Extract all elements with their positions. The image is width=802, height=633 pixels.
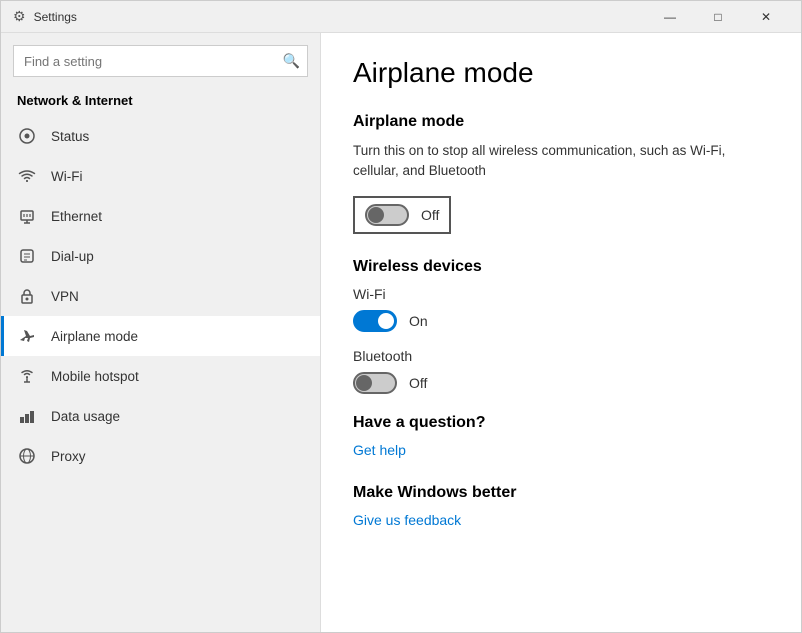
feedback-link[interactable]: Give us feedback bbox=[353, 512, 461, 528]
sidebar-item-datausage-label: Data usage bbox=[51, 409, 120, 424]
airplane-toggle-wrapper[interactable]: Off bbox=[353, 196, 451, 234]
close-button[interactable]: ✕ bbox=[743, 1, 789, 33]
help-section: Have a question? Get help bbox=[353, 414, 769, 460]
sidebar-item-proxy[interactable]: Proxy bbox=[1, 436, 320, 476]
bluetooth-toggle[interactable] bbox=[353, 372, 397, 394]
sidebar-item-status-label: Status bbox=[51, 129, 89, 144]
bluetooth-toggle-knob bbox=[356, 375, 372, 391]
wifi-device-name: Wi-Fi bbox=[353, 286, 769, 302]
title-bar-title: Settings bbox=[34, 10, 77, 24]
minimize-button[interactable]: — bbox=[647, 1, 693, 33]
wifi-icon bbox=[17, 166, 37, 186]
airplane-heading: Airplane mode bbox=[353, 113, 769, 131]
settings-window: ⚙ Settings — □ ✕ 🔍 Network & Internet bbox=[0, 0, 802, 633]
bluetooth-toggle-row: Off bbox=[353, 372, 769, 394]
search-container: 🔍 bbox=[13, 45, 308, 77]
wifi-device-section: Wi-Fi On bbox=[353, 286, 769, 332]
feedback-heading: Make Windows better bbox=[353, 484, 769, 502]
wifi-toggle-knob bbox=[378, 313, 394, 329]
vpn-icon bbox=[17, 286, 37, 306]
airplane-icon bbox=[17, 326, 37, 346]
settings-gear-icon: ⚙ bbox=[13, 8, 26, 25]
search-icon: 🔍 bbox=[283, 53, 300, 70]
ethernet-icon bbox=[17, 206, 37, 226]
sidebar-item-hotspot-label: Mobile hotspot bbox=[51, 369, 139, 384]
page-title: Airplane mode bbox=[353, 57, 769, 89]
sidebar-item-dialup[interactable]: Dial-up bbox=[1, 236, 320, 276]
feedback-section: Make Windows better Give us feedback bbox=[353, 484, 769, 530]
search-input[interactable] bbox=[13, 45, 308, 77]
get-help-link[interactable]: Get help bbox=[353, 442, 406, 458]
title-bar: ⚙ Settings — □ ✕ bbox=[1, 1, 801, 33]
help-heading: Have a question? bbox=[353, 414, 769, 432]
sidebar-item-vpn-label: VPN bbox=[51, 289, 79, 304]
sidebar-item-airplane[interactable]: Airplane mode bbox=[1, 316, 320, 356]
wireless-heading: Wireless devices bbox=[353, 258, 769, 276]
sidebar-item-airplane-label: Airplane mode bbox=[51, 329, 138, 344]
wifi-toggle-label: On bbox=[409, 313, 428, 329]
proxy-icon bbox=[17, 446, 37, 466]
sidebar-item-wifi[interactable]: Wi-Fi bbox=[1, 156, 320, 196]
airplane-toggle-label: Off bbox=[421, 207, 439, 223]
content-area: 🔍 Network & Internet Status bbox=[1, 33, 801, 632]
datausage-icon bbox=[17, 406, 37, 426]
airplane-toggle-knob bbox=[368, 207, 384, 223]
wifi-toggle-row: On bbox=[353, 310, 769, 332]
status-icon bbox=[17, 126, 37, 146]
maximize-button[interactable]: □ bbox=[695, 1, 741, 33]
bluetooth-device-section: Bluetooth Off bbox=[353, 348, 769, 394]
sidebar-item-proxy-label: Proxy bbox=[51, 449, 86, 464]
sidebar: 🔍 Network & Internet Status bbox=[1, 33, 321, 632]
title-bar-controls: — □ ✕ bbox=[647, 1, 789, 33]
hotspot-icon bbox=[17, 366, 37, 386]
main-content: Airplane mode Airplane mode Turn this on… bbox=[321, 33, 801, 632]
sidebar-section-title: Network & Internet bbox=[1, 89, 320, 116]
sidebar-item-vpn[interactable]: VPN bbox=[1, 276, 320, 316]
sidebar-item-ethernet-label: Ethernet bbox=[51, 209, 102, 224]
sidebar-item-ethernet[interactable]: Ethernet bbox=[1, 196, 320, 236]
airplane-mode-toggle[interactable] bbox=[365, 204, 409, 226]
sidebar-item-wifi-label: Wi-Fi bbox=[51, 169, 82, 184]
sidebar-item-hotspot[interactable]: Mobile hotspot bbox=[1, 356, 320, 396]
sidebar-item-datausage[interactable]: Data usage bbox=[1, 396, 320, 436]
dialup-icon bbox=[17, 246, 37, 266]
sidebar-item-status[interactable]: Status bbox=[1, 116, 320, 156]
bluetooth-device-name: Bluetooth bbox=[353, 348, 769, 364]
bluetooth-toggle-label: Off bbox=[409, 375, 427, 391]
sidebar-item-dialup-label: Dial-up bbox=[51, 249, 94, 264]
airplane-description: Turn this on to stop all wireless commun… bbox=[353, 141, 769, 182]
wifi-toggle[interactable] bbox=[353, 310, 397, 332]
